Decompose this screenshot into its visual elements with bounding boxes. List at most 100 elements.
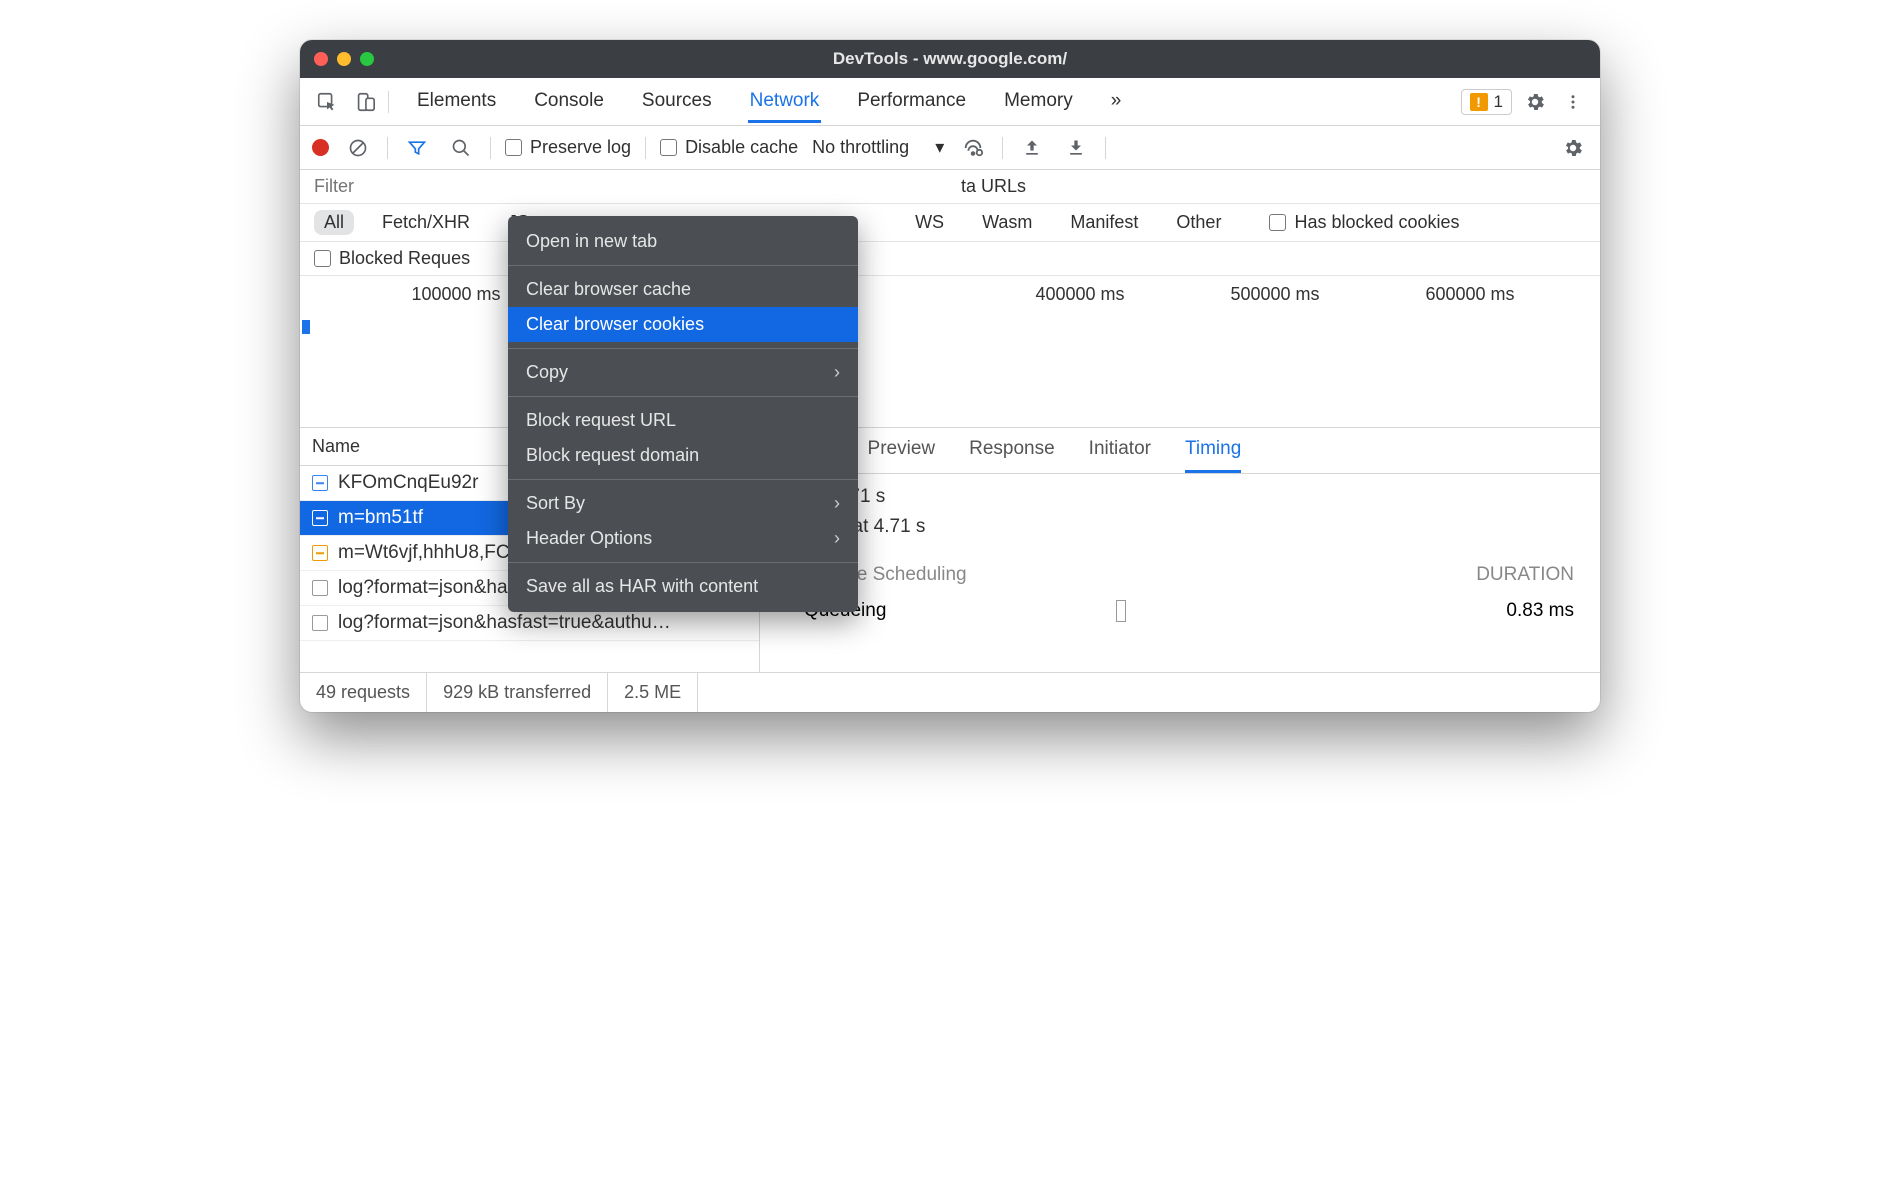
tab-initiator[interactable]: Initiator [1089, 438, 1151, 473]
duration-header: DURATION [1476, 564, 1574, 586]
filter-fetch-xhr[interactable]: Fetch/XHR [372, 210, 480, 235]
ctx-block-domain[interactable]: Block request domain [508, 438, 858, 473]
throttling-select[interactable]: No throttling ▾ [812, 137, 944, 158]
request-name: log?format=json&hasfast=true&authu… [338, 612, 671, 634]
data-urls-label: ta URLs [961, 176, 1026, 197]
filter-other[interactable]: Other [1166, 210, 1231, 235]
file-icon [312, 510, 328, 526]
status-bar: 49 requests 929 kB transferred 2.5 ME [300, 672, 1600, 712]
titlebar: DevTools - www.google.com/ [300, 40, 1600, 78]
filter-type-row: All Fetch/XHR JS WS Wasm Manifest Other … [300, 204, 1600, 242]
timing-table-header: Resource Scheduling DURATION [760, 550, 1600, 600]
separator [1002, 137, 1003, 159]
blocked-requests-checkbox[interactable]: Blocked Reques [314, 248, 470, 269]
device-icon[interactable] [350, 87, 380, 117]
preserve-log-label: Preserve log [530, 137, 631, 158]
clear-icon[interactable] [343, 133, 373, 163]
separator [508, 348, 858, 349]
file-icon [312, 545, 328, 561]
tab-overflow[interactable]: » [1109, 80, 1124, 123]
queueing-bar [1116, 600, 1126, 622]
filter-manifest[interactable]: Manifest [1060, 210, 1148, 235]
ctx-clear-cookies[interactable]: Clear browser cookies [508, 307, 858, 342]
filter-wasm[interactable]: Wasm [972, 210, 1042, 235]
file-icon [312, 475, 328, 491]
filter-all[interactable]: All [314, 210, 354, 235]
network-toolbar: Preserve log Disable cache No throttling… [300, 126, 1600, 170]
kebab-menu-icon[interactable] [1558, 87, 1588, 117]
ctx-block-url[interactable]: Block request URL [508, 403, 858, 438]
network-settings-icon[interactable] [1558, 133, 1588, 163]
tab-response[interactable]: Response [969, 438, 1055, 473]
filter-icon[interactable] [402, 133, 432, 163]
filter-ws[interactable]: WS [905, 210, 954, 235]
timing-content: ed at 4.71 s Started at 4.71 s [760, 474, 1600, 550]
ctx-header-options[interactable]: Header Options› [508, 521, 858, 556]
ctx-clear-cache[interactable]: Clear browser cache [508, 272, 858, 307]
blocked-requests-label: Blocked Reques [339, 248, 470, 269]
tab-sources[interactable]: Sources [640, 80, 714, 123]
tab-memory[interactable]: Memory [1002, 80, 1075, 123]
ctx-save-har[interactable]: Save all as HAR with content [508, 569, 858, 604]
issues-badge[interactable]: ! 1 [1461, 89, 1512, 115]
timeline-marker[interactable] [302, 320, 310, 334]
file-icon [312, 615, 328, 631]
tab-network[interactable]: Network [748, 80, 822, 123]
devtools-window: DevTools - www.google.com/ Elements Cons… [300, 40, 1600, 712]
disable-cache-checkbox[interactable]: Disable cache [660, 137, 798, 158]
status-requests: 49 requests [300, 673, 427, 712]
tabs-row: Elements Console Sources Network Perform… [300, 78, 1600, 126]
window-title: DevTools - www.google.com/ [300, 49, 1600, 69]
throttling-value: No throttling [812, 137, 909, 158]
separator [388, 91, 389, 113]
upload-har-icon[interactable] [1017, 133, 1047, 163]
separator [508, 479, 858, 480]
ctx-open-new-tab[interactable]: Open in new tab [508, 224, 858, 259]
ctx-sort-by[interactable]: Sort By› [508, 486, 858, 521]
chevron-right-icon: › [834, 362, 840, 383]
chevron-down-icon: ▾ [935, 137, 944, 158]
separator [1105, 137, 1106, 159]
ctx-copy[interactable]: Copy› [508, 355, 858, 390]
timeline-tick: 400000 ms [1035, 284, 1124, 305]
tab-preview[interactable]: Preview [868, 438, 936, 473]
search-icon[interactable] [446, 133, 476, 163]
tab-console[interactable]: Console [532, 80, 606, 123]
tab-timing[interactable]: Timing [1185, 438, 1241, 473]
detail-pane: aders Preview Response Initiator Timing … [760, 428, 1600, 672]
timing-row-queueing: Queueing 0.83 ms [760, 600, 1600, 636]
tab-elements[interactable]: Elements [415, 80, 498, 123]
filter-blocked-row: Blocked Reques [300, 242, 1600, 276]
settings-gear-icon[interactable] [1520, 87, 1550, 117]
disable-cache-label: Disable cache [685, 137, 798, 158]
timeline-tick: 500000 ms [1230, 284, 1319, 305]
queueing-value: 0.83 ms [1506, 600, 1574, 622]
request-name: KFOmCnqEu92r [338, 472, 478, 494]
network-conditions-icon[interactable] [958, 133, 988, 163]
timeline-tick: 100000 ms [411, 284, 500, 305]
detail-tabs: aders Preview Response Initiator Timing [760, 428, 1600, 474]
panel-tabs: Elements Console Sources Network Perform… [415, 80, 1123, 123]
status-transferred: 929 kB transferred [427, 673, 608, 712]
checkbox-icon [660, 139, 677, 156]
separator [508, 396, 858, 397]
filter-input[interactable] [314, 176, 546, 197]
separator [645, 137, 646, 159]
preserve-log-checkbox[interactable]: Preserve log [505, 137, 631, 158]
download-har-icon[interactable] [1061, 133, 1091, 163]
status-resources: 2.5 ME [608, 673, 698, 712]
has-blocked-cookies-checkbox[interactable]: Has blocked cookies [1269, 212, 1459, 233]
timeline-tick: 600000 ms [1425, 284, 1514, 305]
separator [490, 137, 491, 159]
request-name: m=bm51tf [338, 507, 423, 529]
separator [508, 562, 858, 563]
chevron-right-icon: › [834, 528, 840, 549]
tab-performance[interactable]: Performance [855, 80, 968, 123]
queued-at: ed at 4.71 s [786, 486, 1574, 508]
separator [387, 137, 388, 159]
overview-timeline[interactable]: 100000 ms 400000 ms 500000 ms 600000 ms [300, 276, 1600, 428]
issues-count: 1 [1494, 92, 1503, 112]
record-button[interactable] [312, 139, 329, 156]
chevron-right-icon: › [834, 493, 840, 514]
inspect-icon[interactable] [312, 87, 342, 117]
